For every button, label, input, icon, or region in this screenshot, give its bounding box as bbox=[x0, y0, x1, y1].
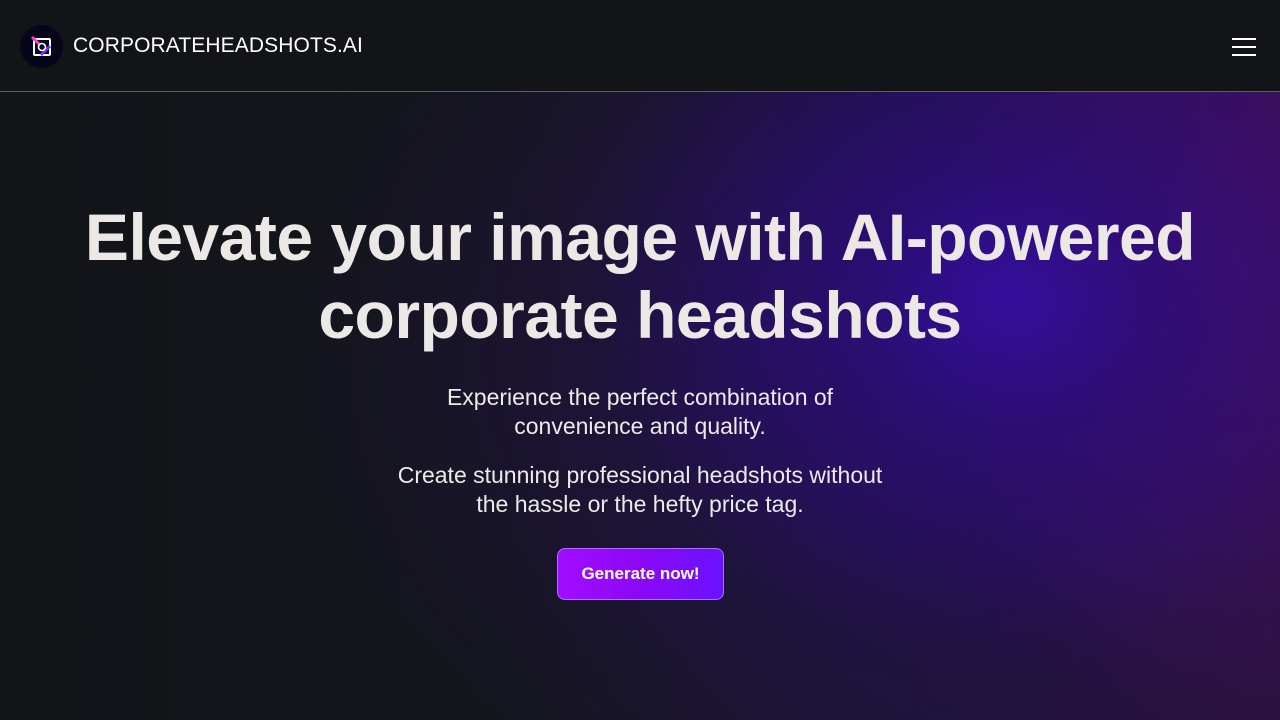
hero-subtitle-convenience: Experience the perfect combination of co… bbox=[340, 383, 940, 441]
subtitle-line: Experience the perfect combination of bbox=[446, 384, 834, 410]
top-navbar: CORPORATEHEADSHOTS.AI bbox=[0, 0, 1280, 92]
logo-mark bbox=[30, 35, 51, 56]
hamburger-menu-icon[interactable] bbox=[1226, 32, 1262, 62]
headshot-logo-icon[interactable] bbox=[20, 25, 63, 68]
menu-bar bbox=[1232, 38, 1256, 40]
hero-title: Elevate your image with AI-powered corpo… bbox=[40, 198, 1240, 354]
hero-title-line: corporate headshots bbox=[318, 278, 962, 352]
subtitle-line: the hassle or the hefty price tag. bbox=[476, 491, 804, 517]
menu-bar bbox=[1232, 46, 1256, 48]
subtitle-line: convenience and quality. bbox=[514, 413, 766, 439]
hero-subtitle-price: Create stunning professional headshots w… bbox=[340, 461, 940, 519]
menu-bar bbox=[1232, 54, 1256, 56]
generate-now-button[interactable]: Generate now! bbox=[557, 548, 724, 600]
subtitle-line: Create stunning professional headshots w… bbox=[397, 462, 883, 488]
landing-page: CORPORATEHEADSHOTS.AI Elevate your image… bbox=[0, 0, 1280, 720]
hero-title-line: Elevate your image with AI-powered bbox=[84, 200, 1196, 274]
brand-name[interactable]: CORPORATEHEADSHOTS.AI bbox=[73, 34, 363, 58]
